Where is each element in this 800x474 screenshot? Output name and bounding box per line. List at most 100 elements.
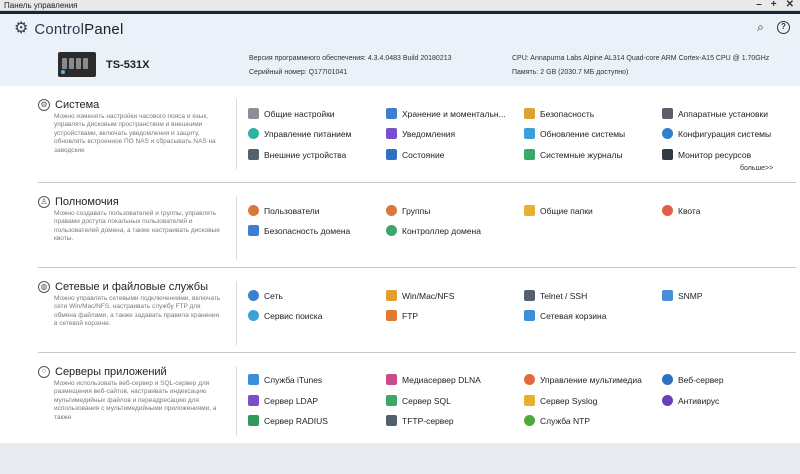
item-status[interactable]: Состояние	[386, 149, 444, 160]
item-domain-controller[interactable]: Контроллер домена	[386, 225, 481, 236]
network-icon	[248, 290, 259, 301]
close-button[interactable]: ✕	[786, 0, 794, 10]
item-security[interactable]: Безопасность	[524, 108, 594, 119]
telnet-ssh-icon	[524, 290, 535, 301]
snmp-icon	[662, 290, 673, 301]
shared-folders-icon	[524, 205, 535, 216]
radius-icon	[248, 415, 259, 426]
item-system-config[interactable]: Конфигурация системы	[662, 128, 771, 139]
multimedia-icon	[524, 374, 535, 385]
item-network-recycle-bin[interactable]: Сетевая корзина	[524, 310, 606, 321]
item-external-devices[interactable]: Внешние устройства	[248, 149, 346, 160]
domain-controller-icon	[386, 225, 397, 236]
section-system: ⚙ Система Можно изменять настройки часово…	[36, 99, 796, 172]
minimize-button[interactable]: –	[756, 0, 762, 10]
security-icon	[524, 108, 535, 119]
section-title: Сетевые и файловые службы	[55, 281, 208, 293]
item-antivirus[interactable]: Антивирус	[662, 395, 719, 406]
quota-icon	[662, 205, 673, 216]
brand: ⚙ ControlPanel	[14, 20, 123, 38]
section-description: Можно использовать веб-сервер и SQL-серв…	[54, 380, 217, 421]
nas-device-icon	[58, 52, 96, 77]
logs-icon	[524, 149, 535, 160]
maximize-button[interactable]: +	[771, 0, 777, 10]
item-discovery[interactable]: Сервис поиска	[248, 310, 322, 321]
bottom-area	[0, 443, 800, 474]
search-icon[interactable]: ⌕	[754, 21, 767, 34]
item-ntp[interactable]: Служба NTP	[524, 415, 590, 426]
recycle-bin-icon	[524, 310, 535, 321]
item-users[interactable]: Пользователи	[248, 205, 319, 216]
hardware-icon	[662, 108, 673, 119]
item-telnet-ssh[interactable]: Telnet / SSH	[524, 290, 587, 301]
section-description: Можно управлять сетевыми подключениями, …	[54, 295, 221, 328]
apps-icon: ⁘	[38, 366, 50, 378]
item-shared-folders[interactable]: Общие папки	[524, 205, 593, 216]
section-title: Система	[55, 99, 100, 111]
serial-info: Серийный номер: Q177I01041	[249, 69, 348, 76]
notifications-icon	[386, 128, 397, 139]
section-application-servers: ⁘ Серверы приложений Можно использовать в…	[36, 366, 796, 436]
domain-security-icon	[248, 225, 259, 236]
divider	[38, 182, 796, 183]
brand-title: ControlPanel	[34, 20, 124, 38]
dlna-icon	[386, 374, 397, 385]
section-privileges: ♙ Полномочия Можно создавать пользователе…	[36, 196, 796, 260]
section-description: Можно изменять настройки часового пояса …	[54, 113, 216, 154]
users-icon	[248, 205, 259, 216]
item-system-logs[interactable]: Системные журналы	[524, 149, 623, 160]
item-ldap[interactable]: Сервер LDAP	[248, 395, 318, 406]
globe-icon: ◍	[38, 281, 50, 293]
ftp-icon	[386, 310, 397, 321]
item-sql[interactable]: Сервер SQL	[386, 395, 451, 406]
general-settings-icon	[248, 108, 259, 119]
item-tftp[interactable]: TFTP-сервер	[386, 415, 454, 426]
update-icon	[524, 128, 535, 139]
resource-monitor-icon	[662, 149, 673, 160]
gear-icon: ⚙	[38, 99, 50, 111]
item-snmp[interactable]: SNMP	[662, 290, 703, 301]
memory-info: Память: 2 GB (2030.7 МБ доступно)	[512, 69, 629, 76]
item-web-server[interactable]: Веб-сервер	[662, 374, 724, 385]
item-system-update[interactable]: Обновление системы	[524, 128, 625, 139]
section-network-file-services: ◍ Сетевые и файловые службы Можно управля…	[36, 281, 796, 345]
user-icon: ♙	[38, 196, 50, 208]
syslog-icon	[524, 395, 535, 406]
item-network[interactable]: Сеть	[248, 290, 283, 301]
item-notifications[interactable]: Уведомления	[386, 128, 455, 139]
item-radius[interactable]: Сервер RADIUS	[248, 415, 328, 426]
item-itunes[interactable]: Служба iTunes	[248, 374, 322, 385]
item-win-mac-nfs[interactable]: Win/Mac/NFS	[386, 290, 454, 301]
item-hardware[interactable]: Аппаратные установки	[662, 108, 768, 119]
item-ftp[interactable]: FTP	[386, 310, 418, 321]
help-icon[interactable]: ?	[777, 21, 790, 34]
item-dlna[interactable]: Медиасервер DLNA	[386, 374, 481, 385]
web-server-icon	[662, 374, 673, 385]
status-icon	[386, 149, 397, 160]
item-storage[interactable]: Хранение и моментальн...	[386, 108, 506, 119]
item-power[interactable]: Управление питанием	[248, 128, 352, 139]
divider	[38, 267, 796, 268]
section-title: Полномочия	[55, 196, 119, 208]
control-panel-header: ⚙ ControlPanel ⌕ ? TS-531X Версия програ…	[0, 14, 800, 86]
item-groups[interactable]: Группы	[386, 205, 430, 216]
itunes-icon	[248, 374, 259, 385]
section-title: Серверы приложений	[55, 366, 167, 378]
power-icon	[248, 128, 259, 139]
gear-icon: ⚙	[14, 20, 29, 37]
divider	[38, 352, 796, 353]
discovery-icon	[248, 310, 259, 321]
window-title: Панель управления	[4, 1, 78, 10]
storage-icon	[386, 108, 397, 119]
ntp-icon	[524, 415, 535, 426]
item-quota[interactable]: Квота	[662, 205, 700, 216]
firmware-info: Версия программного обеспечения: 4.3.4.0…	[249, 55, 452, 62]
item-general-settings[interactable]: Общие настройки	[248, 108, 335, 119]
item-resource-monitor[interactable]: Монитор ресурсов	[662, 149, 751, 160]
item-multimedia[interactable]: Управление мультимедиа	[524, 374, 642, 385]
item-syslog[interactable]: Сервер Syslog	[524, 395, 597, 406]
more-link[interactable]: больше>>	[740, 165, 773, 172]
ldap-icon	[248, 395, 259, 406]
item-domain-security[interactable]: Безопасность домена	[248, 225, 350, 236]
external-devices-icon	[248, 149, 259, 160]
